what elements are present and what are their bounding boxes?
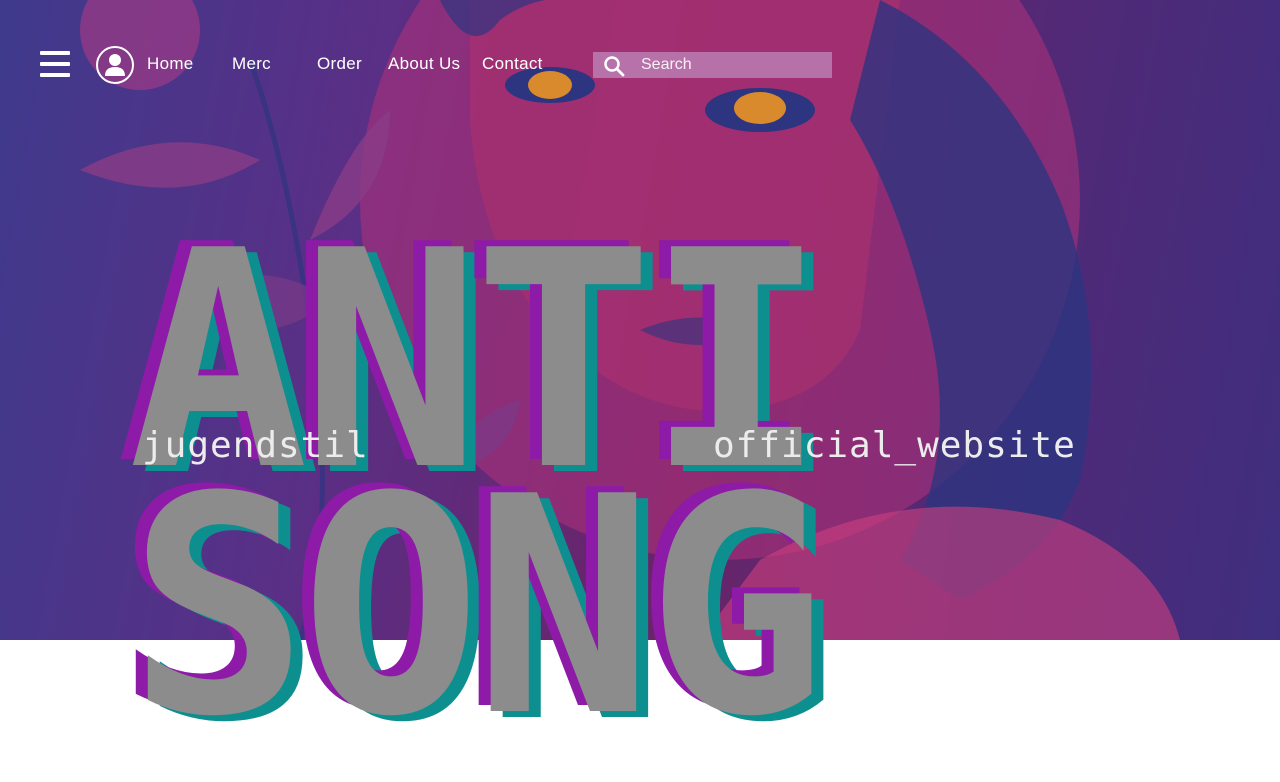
menu-bar-top xyxy=(40,51,70,55)
nav-link-about-us[interactable]: About Us xyxy=(388,54,460,74)
menu-bar-middle xyxy=(40,62,70,66)
hamburger-menu-icon[interactable] xyxy=(40,50,70,78)
user-account-icon[interactable] xyxy=(96,46,134,84)
search-bar xyxy=(593,52,832,78)
top-navigation: Home Merc Order About Us Contact xyxy=(0,0,1280,130)
nav-link-merc[interactable]: Merc xyxy=(232,54,271,74)
search-icon[interactable] xyxy=(603,55,625,77)
search-input[interactable] xyxy=(641,52,821,78)
nav-link-contact[interactable]: Contact xyxy=(482,54,543,74)
nav-link-home[interactable]: Home xyxy=(147,54,194,74)
user-silhouette-icon xyxy=(105,54,125,76)
menu-bar-bottom xyxy=(40,73,70,77)
nav-link-order[interactable]: Order xyxy=(317,54,362,74)
